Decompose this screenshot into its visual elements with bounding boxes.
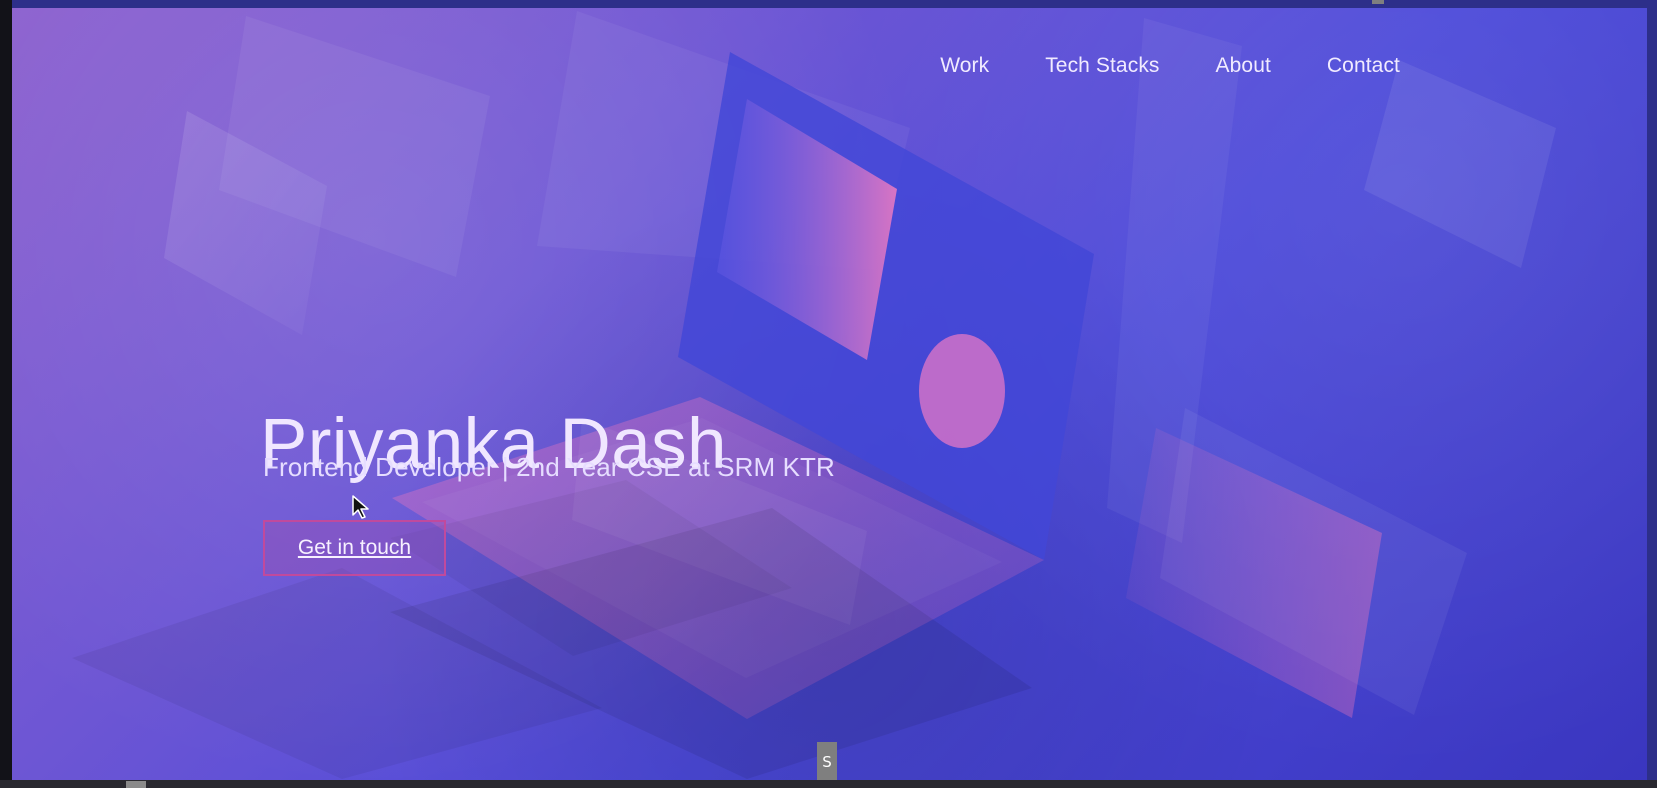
scroll-indicator[interactable]: S xyxy=(817,742,837,782)
get-in-touch-button[interactable]: Get in touch xyxy=(263,520,446,576)
isometric-background-art xyxy=(72,11,1556,779)
nav-link-contact[interactable]: Contact xyxy=(1327,55,1400,76)
hero-subtitle: Frontend Developer | 2nd Year CSE at SRM… xyxy=(263,452,835,482)
top-navigation: Work Tech Stacks About Contact xyxy=(884,55,1400,76)
left-edge xyxy=(0,0,12,788)
window-handle[interactable] xyxy=(1372,0,1384,4)
horizontal-scrollbar-thumb[interactable] xyxy=(126,781,146,788)
browser-window: Work Tech Stacks About Contact Priyanka … xyxy=(0,0,1657,788)
hero-section: Work Tech Stacks About Contact Priyanka … xyxy=(12,8,1647,780)
nav-link-about[interactable]: About xyxy=(1216,55,1271,76)
right-edge xyxy=(1647,0,1657,788)
bottom-scroll-track xyxy=(0,780,1657,788)
nav-link-work[interactable]: Work xyxy=(940,55,989,76)
nav-link-tech-stacks[interactable]: Tech Stacks xyxy=(1045,55,1159,76)
mouse-cursor-icon xyxy=(352,495,369,519)
